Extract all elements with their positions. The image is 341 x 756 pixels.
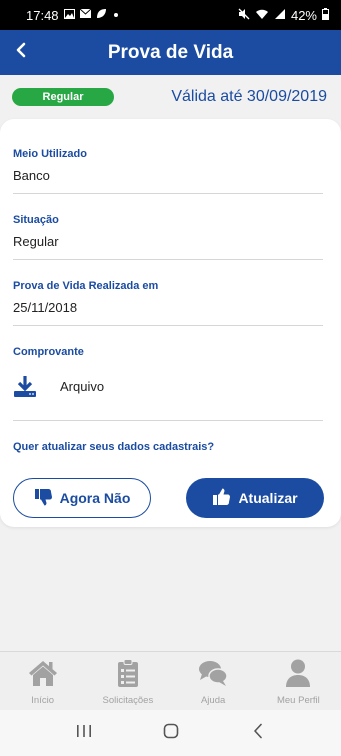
- status-right: 42%: [238, 7, 329, 23]
- status-left: 17:48: [26, 8, 118, 23]
- nav-label: Ajuda: [200, 695, 226, 706]
- battery-icon: [322, 7, 329, 23]
- status-bar: 17:48 42%: [0, 0, 341, 30]
- nav-item-home[interactable]: Início: [0, 652, 85, 710]
- field-value: Banco: [13, 168, 50, 183]
- clipboard-icon: [113, 659, 143, 687]
- mute-icon: [238, 8, 250, 23]
- page-title: Prova de Vida: [107, 41, 234, 63]
- app-header: Prova de Vida: [0, 30, 341, 75]
- field-situation: Situação Regular: [13, 214, 323, 260]
- wifi-icon: [255, 8, 269, 23]
- back-button[interactable]: [6, 36, 36, 68]
- nav-item-requests[interactable]: Solicitações: [85, 652, 170, 710]
- download-icon: [13, 374, 37, 398]
- home-button[interactable]: [151, 718, 191, 748]
- update-data-link[interactable]: Quer atualizar seus dados cadastrais?: [13, 441, 214, 453]
- back-icon: [253, 723, 263, 744]
- home-button-icon: [163, 723, 179, 744]
- system-navigation-bar: [0, 710, 341, 756]
- nav-item-profile[interactable]: Meu Perfil: [256, 652, 341, 710]
- proof-of-life-card: Meio Utilizado Banco Situação Regular Pr…: [0, 119, 341, 527]
- not-now-label: Agora Não: [59, 490, 131, 506]
- chevron-left-icon: [15, 42, 27, 63]
- field-method: Meio Utilizado Banco: [13, 148, 323, 194]
- thumbs-down-icon: [34, 487, 54, 510]
- recent-apps-icon: [76, 724, 92, 743]
- status-badge: Regular: [12, 88, 114, 106]
- bottom-navigation: Início Solicitações Ajuda Meu Perfil: [0, 651, 341, 710]
- field-label: Comprovante: [13, 346, 84, 358]
- file-name: Arquivo: [60, 378, 105, 394]
- field-value: Regular: [13, 234, 59, 249]
- nav-label: Início: [31, 695, 54, 706]
- signal-icon: [274, 8, 286, 23]
- nav-item-help[interactable]: Ajuda: [171, 652, 256, 710]
- home-icon: [28, 659, 58, 687]
- system-back-button[interactable]: [238, 718, 278, 748]
- field-value: 25/11/2018: [13, 300, 78, 315]
- recent-apps-button[interactable]: [64, 718, 104, 748]
- validity-date: Válida até 30/09/2019: [171, 88, 327, 105]
- mail-icon: [79, 8, 91, 21]
- validity-row: Regular Válida até 30/09/2019: [0, 75, 341, 119]
- field-label: Situação: [13, 214, 59, 226]
- chat-icon: [198, 659, 228, 687]
- receipt-download[interactable]: Arquivo: [13, 374, 104, 398]
- more-notifications-dot: [113, 13, 118, 17]
- field-date: Prova de Vida Realizada em 25/11/2018: [13, 280, 323, 326]
- update-button[interactable]: Atualizar: [186, 478, 324, 518]
- battery-percent: 42%: [290, 7, 317, 23]
- image-icon: [63, 8, 75, 22]
- field-label: Prova de Vida Realizada em: [13, 280, 159, 292]
- thumbs-up-icon: [212, 487, 232, 510]
- status-time: 17:48: [26, 7, 59, 23]
- user-icon: [283, 659, 313, 687]
- not-now-button[interactable]: Agora Não: [13, 478, 151, 518]
- update-label: Atualizar: [238, 490, 298, 506]
- nav-label: Meu Perfil: [276, 695, 320, 706]
- field-label: Meio Utilizado: [13, 148, 87, 160]
- nav-label: Solicitações: [102, 695, 154, 706]
- leaf-icon: [96, 8, 107, 22]
